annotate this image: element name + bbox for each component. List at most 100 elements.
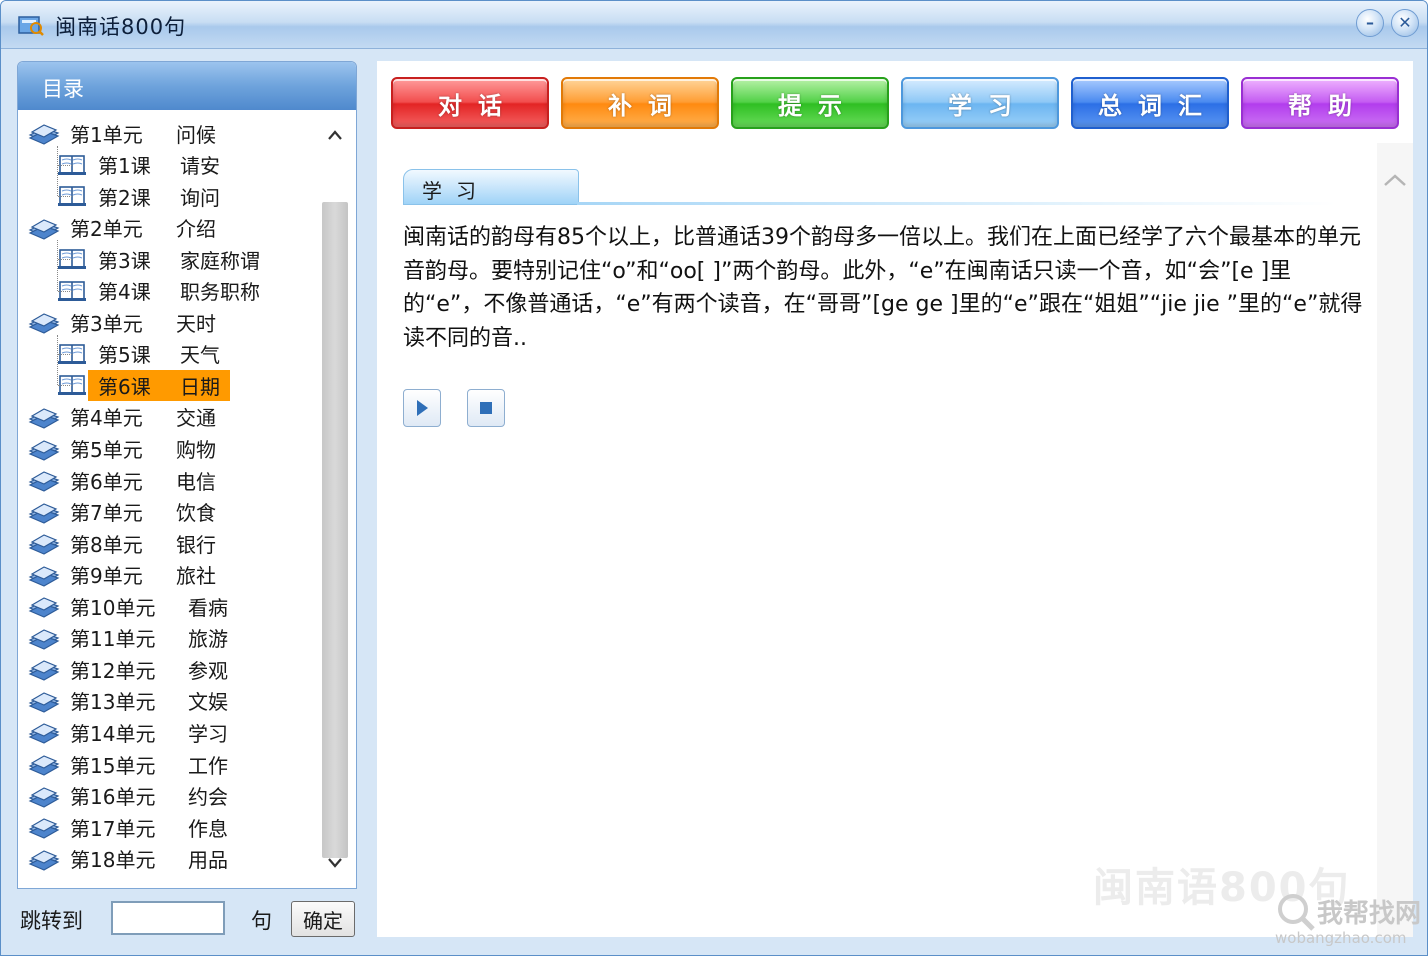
title-bar[interactable]: 闽南话800句 – ✕ bbox=[1, 1, 1427, 49]
stop-button[interactable] bbox=[467, 389, 505, 427]
tree-unit-item[interactable]: 第4单元 交通 bbox=[28, 402, 226, 432]
tree-item-label: 第3课 家庭称谓 bbox=[88, 244, 270, 275]
tree-unit-item[interactable]: 第18单元 用品 bbox=[28, 844, 238, 874]
minimize-button[interactable]: – bbox=[1356, 9, 1384, 37]
book-stack-icon bbox=[28, 120, 60, 146]
jump-input[interactable] bbox=[111, 901, 225, 935]
tree-item-label: 第7单元 饮食 bbox=[60, 496, 226, 527]
tree-item-name: 介绍 bbox=[176, 217, 216, 242]
tree-lesson-item[interactable]: 第1课 请安 bbox=[56, 150, 230, 180]
tree-unit-item[interactable]: 第2单元 介绍 bbox=[28, 213, 226, 243]
tree-item-number: 第16单元 bbox=[70, 785, 156, 810]
tree-unit-item[interactable]: 第11单元 旅游 bbox=[28, 623, 238, 653]
hint-button[interactable]: 提示 bbox=[731, 77, 889, 129]
tree-unit-item[interactable]: 第8单元 银行 bbox=[28, 528, 226, 558]
tree-item-label: 第6单元 电信 bbox=[60, 465, 226, 496]
tree-item-name: 交通 bbox=[176, 406, 216, 431]
tree-item-name: 学习 bbox=[188, 721, 228, 746]
scrollbar-thumb[interactable] bbox=[322, 202, 348, 858]
book-stack-icon bbox=[28, 846, 60, 872]
tree-item-label: 第10单元 看病 bbox=[60, 591, 238, 622]
tree-connector bbox=[58, 196, 72, 198]
tree-item-label: 第8单元 银行 bbox=[60, 528, 226, 559]
jump-unit-label: 句 bbox=[251, 909, 272, 933]
tree-item-number: 第15单元 bbox=[70, 753, 156, 778]
tree-item-number: 第7单元 bbox=[70, 501, 143, 526]
tree-unit-item[interactable]: 第5单元 购物 bbox=[28, 434, 226, 464]
tree-item-name: 天气 bbox=[180, 343, 220, 368]
tree-unit-item[interactable]: 第12单元 参观 bbox=[28, 654, 238, 684]
study-text: 闽南话的韵母有85个以上，比普通话39个韵母多一倍以上。我们在上面已经学了六个最… bbox=[403, 225, 1363, 351]
tree-lesson-item[interactable]: 第5课 天气 bbox=[56, 339, 230, 369]
tree-item-name: 参观 bbox=[188, 658, 228, 683]
scroll-up-button[interactable] bbox=[320, 120, 350, 150]
tree-unit-item[interactable]: 第15单元 工作 bbox=[28, 749, 238, 779]
tree-item-label: 第4课 职务职称 bbox=[88, 275, 270, 306]
book-stack-icon bbox=[28, 593, 60, 619]
tree-item-number: 第5课 bbox=[98, 343, 151, 368]
close-button[interactable]: ✕ bbox=[1391, 9, 1419, 37]
book-stack-icon bbox=[28, 783, 60, 809]
confirm-button[interactable]: 确定 bbox=[291, 901, 355, 937]
play-icon bbox=[417, 400, 428, 416]
vocabulary-button[interactable]: 总词汇 bbox=[1071, 77, 1229, 129]
tree-item-label: 第2单元 介绍 bbox=[60, 212, 226, 243]
content-scrollbar[interactable] bbox=[1377, 143, 1413, 937]
scroll-down-button[interactable] bbox=[320, 848, 350, 878]
study-button[interactable]: 学习 bbox=[901, 77, 1059, 129]
tree-item-label: 第2课 询问 bbox=[88, 181, 230, 212]
tree-item-name: 请安 bbox=[180, 154, 220, 179]
tree-unit-item[interactable]: 第7单元 饮食 bbox=[28, 497, 226, 527]
tree-unit-item[interactable]: 第3单元 天时 bbox=[28, 307, 226, 337]
tree-item-label: 第16单元 约会 bbox=[60, 780, 238, 811]
book-stack-icon bbox=[28, 656, 60, 682]
tree-item-label: 第1单元 问候 bbox=[60, 118, 226, 149]
tree-item-number: 第13单元 bbox=[70, 690, 156, 715]
dialog-button[interactable]: 对话 bbox=[391, 77, 549, 129]
tree-connector bbox=[58, 290, 72, 292]
tree-item-label: 第11单元 旅游 bbox=[60, 622, 238, 653]
tree-item-label: 第18单元 用品 bbox=[60, 843, 238, 874]
catalog-title: 目录 bbox=[42, 77, 84, 101]
tree-item-name: 文娱 bbox=[188, 690, 228, 715]
tree-item-label: 第4单元 交通 bbox=[60, 401, 226, 432]
tree-unit-item[interactable]: 第14单元 学习 bbox=[28, 717, 238, 747]
tree-unit-item[interactable]: 第1单元 问候 bbox=[28, 118, 226, 148]
tree-item-name: 家庭称谓 bbox=[180, 248, 260, 273]
scroll-down-icon bbox=[328, 858, 342, 868]
tree-item-number: 第4课 bbox=[98, 280, 151, 305]
tree-lesson-item[interactable]: 第4课 职务职称 bbox=[56, 276, 270, 306]
tree-item-label: 第3单元 天时 bbox=[60, 307, 226, 338]
tree-item-number: 第2课 bbox=[98, 185, 151, 210]
section-tab: 学习 bbox=[403, 169, 579, 205]
tree-unit-item[interactable]: 第9单元 旅社 bbox=[28, 560, 226, 590]
stop-icon bbox=[480, 402, 492, 414]
app-window: 闽南话800句 – ✕ 目录 第1单元 问候 第1课 请安 第2课 询问 第2单元 介绍 第3课… bbox=[0, 0, 1428, 956]
book-stack-icon bbox=[28, 436, 60, 462]
tree-unit-item[interactable]: 第17单元 作息 bbox=[28, 812, 238, 842]
tree-lesson-item[interactable]: 第6课 日期 bbox=[56, 369, 230, 401]
tree-item-label: 第12单元 参观 bbox=[60, 654, 238, 685]
catalog-panel: 目录 第1单元 问候 第1课 请安 第2课 询问 第2单元 介绍 第3课 家庭称谓 第4课 职务职称第… bbox=[17, 61, 357, 889]
book-stack-icon bbox=[28, 467, 60, 493]
play-button[interactable] bbox=[403, 389, 441, 427]
tree-item-name: 约会 bbox=[188, 785, 228, 810]
book-stack-icon bbox=[28, 215, 60, 241]
tree-unit-item[interactable]: 第16单元 约会 bbox=[28, 781, 238, 811]
tree-item-name: 作息 bbox=[188, 816, 228, 841]
tree-item-number: 第18单元 bbox=[70, 848, 156, 873]
book-stack-icon bbox=[28, 814, 60, 840]
tree-item-name: 旅社 bbox=[176, 564, 216, 589]
tree-unit-item[interactable]: 第13单元 文娱 bbox=[28, 686, 238, 716]
supplement-button[interactable]: 补词 bbox=[561, 77, 719, 129]
help-button[interactable]: 帮助 bbox=[1241, 77, 1399, 129]
tree-lesson-item[interactable]: 第3课 家庭称谓 bbox=[56, 244, 270, 274]
content-scroll-up-icon[interactable] bbox=[1383, 173, 1407, 187]
tree-unit-item[interactable]: 第10单元 看病 bbox=[28, 591, 238, 621]
tree-unit-item[interactable]: 第6单元 电信 bbox=[28, 465, 226, 495]
tree-item-number: 第11单元 bbox=[70, 627, 156, 652]
book-stack-icon bbox=[28, 719, 60, 745]
tree-connector bbox=[58, 385, 72, 387]
tree-lesson-item[interactable]: 第2课 询问 bbox=[56, 181, 230, 211]
book-stack-icon bbox=[28, 499, 60, 525]
